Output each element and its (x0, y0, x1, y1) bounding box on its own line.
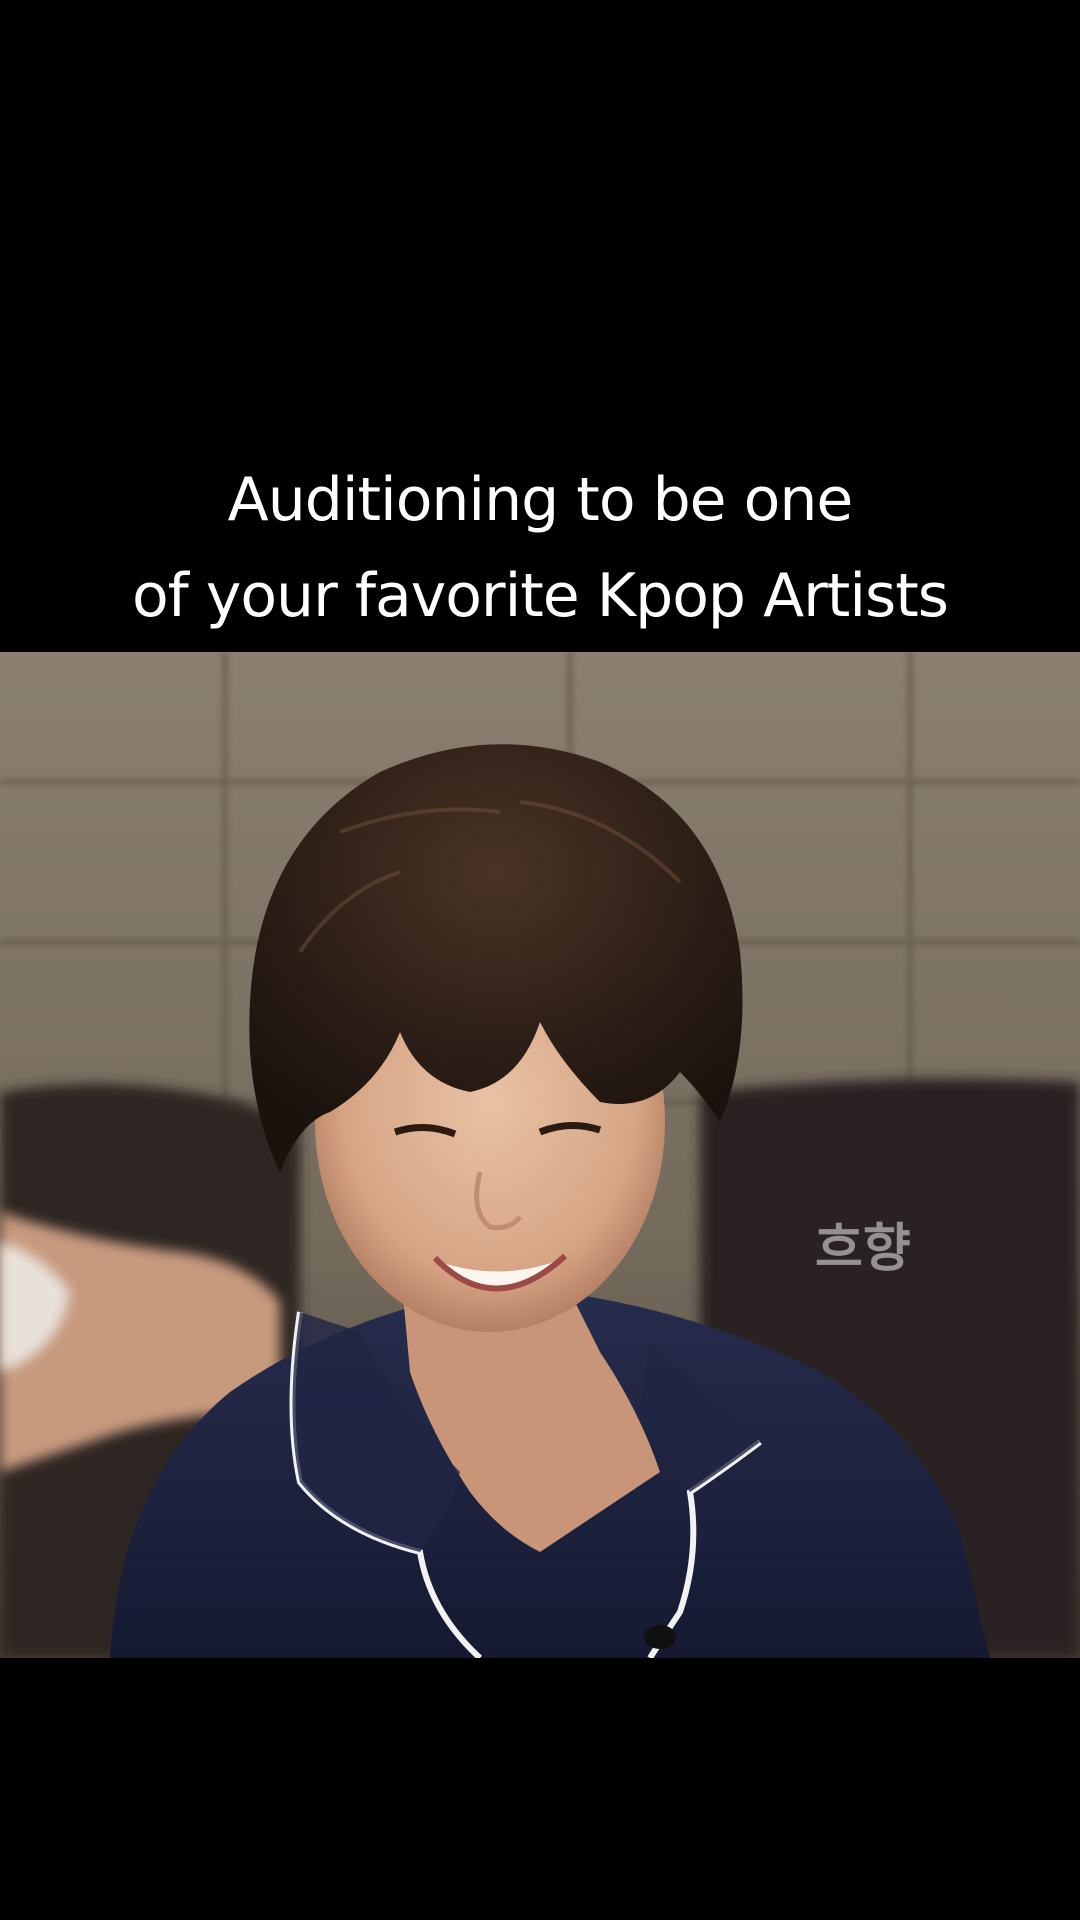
story-page: Auditioning to be one of your favorite K… (0, 0, 1080, 1920)
caption-line-1: Auditioning to be one (227, 465, 854, 535)
caption-line-2: of your favorite Kpop Artists (131, 561, 949, 631)
mic-clip (644, 1625, 676, 1649)
video-frame: 흐향 (0, 652, 1080, 1658)
caption-text: Auditioning to be one of your favorite K… (0, 452, 1080, 644)
video-still (0, 652, 1080, 1658)
video-watermark: 흐향 (815, 1219, 911, 1279)
